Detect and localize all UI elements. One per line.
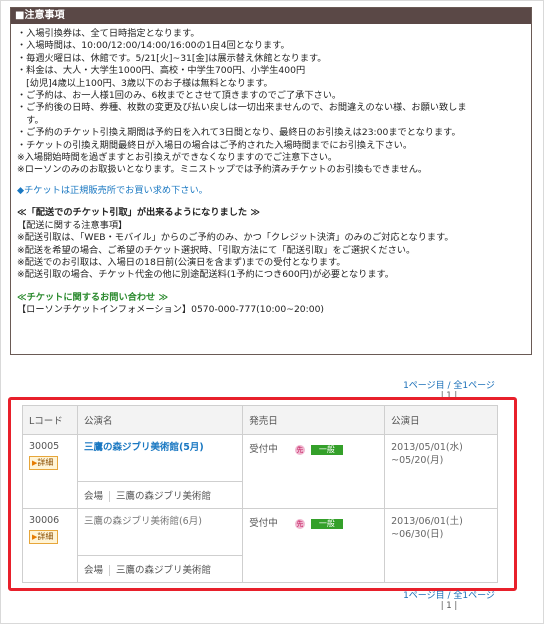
delivery-line: ※配送引取は、「WEB・モバイル」からのご予約のみ、かつ「クレジット決済」のみの… bbox=[17, 232, 454, 244]
detail-button[interactable]: ▶詳細 bbox=[29, 456, 59, 470]
notice-line: ・チケットの引換え期間最終日が入場日の場合はご予約された入場時間までにお引換え下… bbox=[17, 139, 413, 151]
table-header-row: Lコード 公演名 発売日 公演日 bbox=[22, 405, 498, 435]
inquiry-line: 【ローソンチケットインフォメーション】0570-000-777(10:00~20… bbox=[17, 304, 325, 316]
detail-label: 詳細 bbox=[37, 458, 54, 467]
delivery-heading: ≪「配送でのチケット引取」が出来るようになりました ≫ bbox=[17, 207, 260, 219]
table-row: 30005 ▶詳細 三鷹の森ジブリ美術館(5月) 受付中 先 一般 2013/0… bbox=[22, 434, 498, 509]
sale-cell: 受付中 先 一般 bbox=[242, 508, 386, 583]
event-title: 三鷹の森ジブリ美術館(6月) bbox=[83, 516, 202, 527]
lcode: 30006 bbox=[29, 515, 60, 526]
header-sale-date: 発売日 bbox=[242, 405, 386, 435]
delivery-line: ※配送引取の場合、チケット代金の他に別途配送料(1予約につき600円)が必要とな… bbox=[17, 269, 394, 281]
notice-line: ・ご予約後の日時、券種、枚数の変更及び払い戻しは一切出来ませんので、お間違えのな… bbox=[17, 102, 467, 114]
sale-status: 受付中 bbox=[249, 444, 278, 455]
authorized-seller-link[interactable]: ◆チケットは正規販売所でお買い求め下さい。 bbox=[17, 185, 525, 197]
notice-line: ・毎週火曜日は、休館です。5/21[火]~31[金]は展示替え休館となります。 bbox=[17, 52, 327, 64]
venue-cell: 会場 三鷹の森ジブリ美術館 bbox=[76, 481, 244, 509]
delivery-line: ※配送を希望の場合、ご希望のチケット選択時、「引取方法にて「配送引取」をご選択く… bbox=[17, 244, 416, 256]
date-cell: 2013/05/01(水) ~05/20(月) bbox=[384, 434, 498, 509]
notice-line: す。 bbox=[17, 114, 44, 126]
pager-text[interactable]: 1ページ目 / 全1ページ bbox=[384, 378, 514, 391]
notice-box: ■注意事項 ・入場引換券は、全て日時指定となります。 ・入場時間は、10:00/… bbox=[10, 7, 532, 355]
notice-title: ■注意事項 bbox=[11, 8, 531, 24]
sale-cell: 受付中 先 一般 bbox=[242, 434, 386, 509]
venue-name: 三鷹の森ジブリ美術館 bbox=[115, 491, 211, 502]
notice-line: ・料金は、大人・大学生1000円、高校・中学生700円、小学生400円 bbox=[17, 65, 306, 77]
sale-status: 受付中 bbox=[249, 518, 278, 529]
venue-cell: 会場 三鷹の森ジブリ美術館 bbox=[76, 555, 244, 583]
presale-circle-icon: 先 bbox=[294, 518, 305, 529]
pager-bottom: 1ページ目 / 全1ページ | 1 | bbox=[384, 588, 514, 611]
detail-button[interactable]: ▶詳細 bbox=[29, 530, 59, 544]
venue-label: 会場 bbox=[83, 565, 110, 576]
notice-line: [幼児]4歳以上100円、3歳以下のお子様は無料となります。 bbox=[17, 77, 273, 89]
lcode-cell: 30006 ▶詳細 bbox=[22, 508, 78, 583]
general-sale-badge: 一般 bbox=[310, 518, 343, 529]
venue-label: 会場 bbox=[83, 491, 110, 502]
header-performance-date: 公演日 bbox=[384, 405, 498, 435]
pager-number[interactable]: | 1 | bbox=[384, 601, 514, 611]
title-cell: 三鷹の森ジブリ美術館(6月) bbox=[76, 508, 244, 556]
notice-line: ・ご予約のチケット引換え期間は予約日を入れて3日間となり、最終日のお引換えは23… bbox=[17, 127, 461, 139]
date-to: ~06/30(日) bbox=[391, 529, 444, 540]
lcode: 30005 bbox=[29, 441, 60, 452]
header-lcode: Lコード bbox=[22, 405, 78, 435]
date-cell: 2013/06/01(土) ~06/30(日) bbox=[384, 508, 498, 583]
notice-body: ・入場引換券は、全て日時指定となります。 ・入場時間は、10:00/12:00/… bbox=[11, 24, 531, 317]
event-title-link[interactable]: 三鷹の森ジブリ美術館(5月) bbox=[84, 441, 236, 455]
detail-label: 詳細 bbox=[37, 532, 54, 541]
table-row: 30006 ▶詳細 三鷹の森ジブリ美術館(6月) 受付中 先 一般 2013/0… bbox=[22, 508, 498, 583]
pager-text[interactable]: 1ページ目 / 全1ページ bbox=[384, 588, 514, 601]
title-cell: 三鷹の森ジブリ美術館(5月) bbox=[76, 434, 244, 482]
date-from: 2013/05/01(水) bbox=[391, 442, 463, 453]
venue-name: 三鷹の森ジブリ美術館 bbox=[115, 565, 211, 576]
inquiry-heading: ≪チケットに関するお問い合わせ ≫ bbox=[17, 291, 169, 303]
event-table: Lコード 公演名 発売日 公演日 30005 ▶詳細 三鷹の森ジブリ美術館(5月… bbox=[22, 405, 498, 583]
presale-circle-icon: 先 bbox=[294, 444, 305, 455]
date-from: 2013/06/01(土) bbox=[391, 516, 463, 527]
notice-line: ※ローソンのみのお取扱いとなります。ミニストップでは予約済みチケットのお引換もで… bbox=[17, 164, 428, 176]
delivery-line: ※配送でのお引取は、入場日の18日前(公演日を含まず)までの受付となります。 bbox=[17, 256, 346, 268]
notice-line: ※入場開始時間を過ぎますとお引換えができなくなりますのでご注意下さい。 bbox=[17, 152, 338, 164]
date-to: ~05/20(月) bbox=[391, 455, 444, 466]
notice-line: ・ご予約は、お一人様1回のみ、6枚までとさせて頂きますのでご了承下さい。 bbox=[17, 90, 342, 102]
general-sale-badge: 一般 bbox=[310, 444, 343, 455]
header-title: 公演名 bbox=[76, 405, 244, 435]
notice-line: ・入場時間は、10:00/12:00/14:00/16:00の1日4回となります… bbox=[17, 40, 290, 52]
delivery-line: 【配送に関する注意事項】 bbox=[17, 219, 128, 231]
lcode-cell: 30005 ▶詳細 bbox=[22, 434, 78, 509]
notice-line: ・入場引換券は、全て日時指定となります。 bbox=[17, 28, 200, 39]
